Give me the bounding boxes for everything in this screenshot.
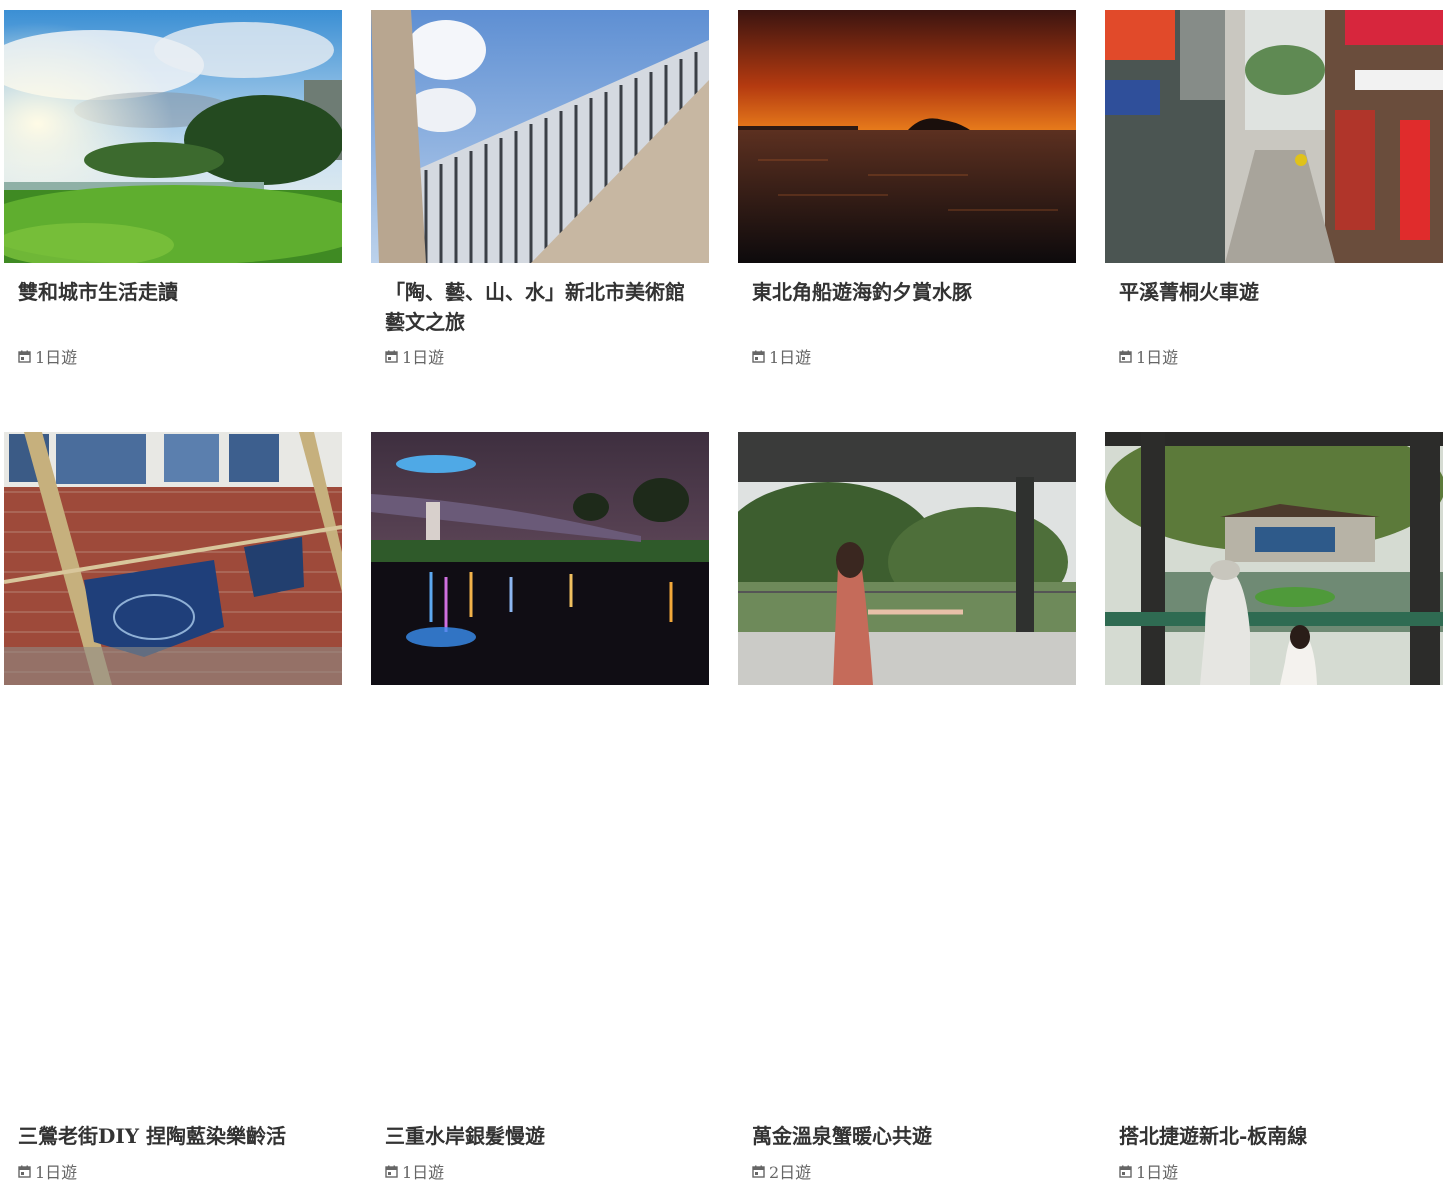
trip-image[interactable] [4,432,342,685]
calendar-icon [18,350,31,363]
calendar-icon [385,1165,398,1178]
calendar-icon [1119,350,1132,363]
trip-image[interactable] [1105,432,1443,685]
trip-duration: 1日遊 [18,344,77,368]
trip-duration-label: 1日遊 [35,1163,78,1182]
trip-duration: 1日遊 [385,1159,444,1183]
calendar-icon [752,350,765,363]
trip-image[interactable] [4,10,342,263]
trip-title[interactable]: 三鶯老街DIY 捏陶藍染樂齡活 [18,1121,328,1151]
trip-title[interactable]: 「陶、藝、山、水」新北市美術館藝文之旅 [385,277,695,337]
trip-duration-label: 1日遊 [402,348,445,367]
trip-duration: 2日遊 [752,1159,811,1183]
trip-image[interactable] [738,10,1076,263]
trip-duration: 1日遊 [385,344,444,368]
trip-duration-label: 1日遊 [1136,1163,1179,1182]
calendar-icon [752,1165,765,1178]
trip-duration-label: 1日遊 [402,1163,445,1182]
trip-title[interactable]: 三重水岸銀髮慢遊 [385,1121,695,1151]
trip-duration: 1日遊 [1119,1159,1178,1183]
calendar-icon [385,350,398,363]
trip-duration: 1日遊 [752,344,811,368]
trip-image[interactable] [738,432,1076,685]
trip-title[interactable]: 搭北捷遊新北-板南線 [1119,1121,1429,1151]
trip-duration-label: 1日遊 [1136,348,1179,367]
trip-card[interactable]: 萬金溫泉蟹暖心共遊 2日遊 [738,432,1076,1182]
trip-card[interactable]: 東北角船遊海釣夕賞水豚 1日遊 [738,10,1076,367]
trip-card[interactable]: 平溪菁桐火車遊 1日遊 [1105,10,1443,367]
trip-card[interactable]: 三重水岸銀髮慢遊 1日遊 [371,432,709,1182]
trip-title[interactable]: 雙和城市生活走讀 [18,277,328,307]
trip-image[interactable] [371,432,709,685]
trip-title[interactable]: 萬金溫泉蟹暖心共遊 [752,1121,1062,1151]
trip-title[interactable]: 東北角船遊海釣夕賞水豚 [752,277,1062,307]
calendar-icon [18,1165,31,1178]
trip-duration-label: 2日遊 [769,1163,812,1182]
trip-duration: 1日遊 [18,1159,77,1183]
trip-duration: 1日遊 [1119,344,1178,368]
trip-duration-label: 1日遊 [769,348,812,367]
trip-card[interactable]: 「陶、藝、山、水」新北市美術館藝文之旅 1日遊 [371,10,709,367]
calendar-icon [1119,1165,1132,1178]
trip-card[interactable]: 搭北捷遊新北-板南線 1日遊 [1105,432,1443,1182]
trip-image[interactable] [371,10,709,263]
trip-card[interactable]: 雙和城市生活走讀 1日遊 [4,10,342,367]
trip-duration-label: 1日遊 [35,348,78,367]
trip-card[interactable]: 三鶯老街DIY 捏陶藍染樂齡活 1日遊 [4,432,342,1182]
trip-title[interactable]: 平溪菁桐火車遊 [1119,277,1429,307]
trip-image[interactable] [1105,10,1443,263]
